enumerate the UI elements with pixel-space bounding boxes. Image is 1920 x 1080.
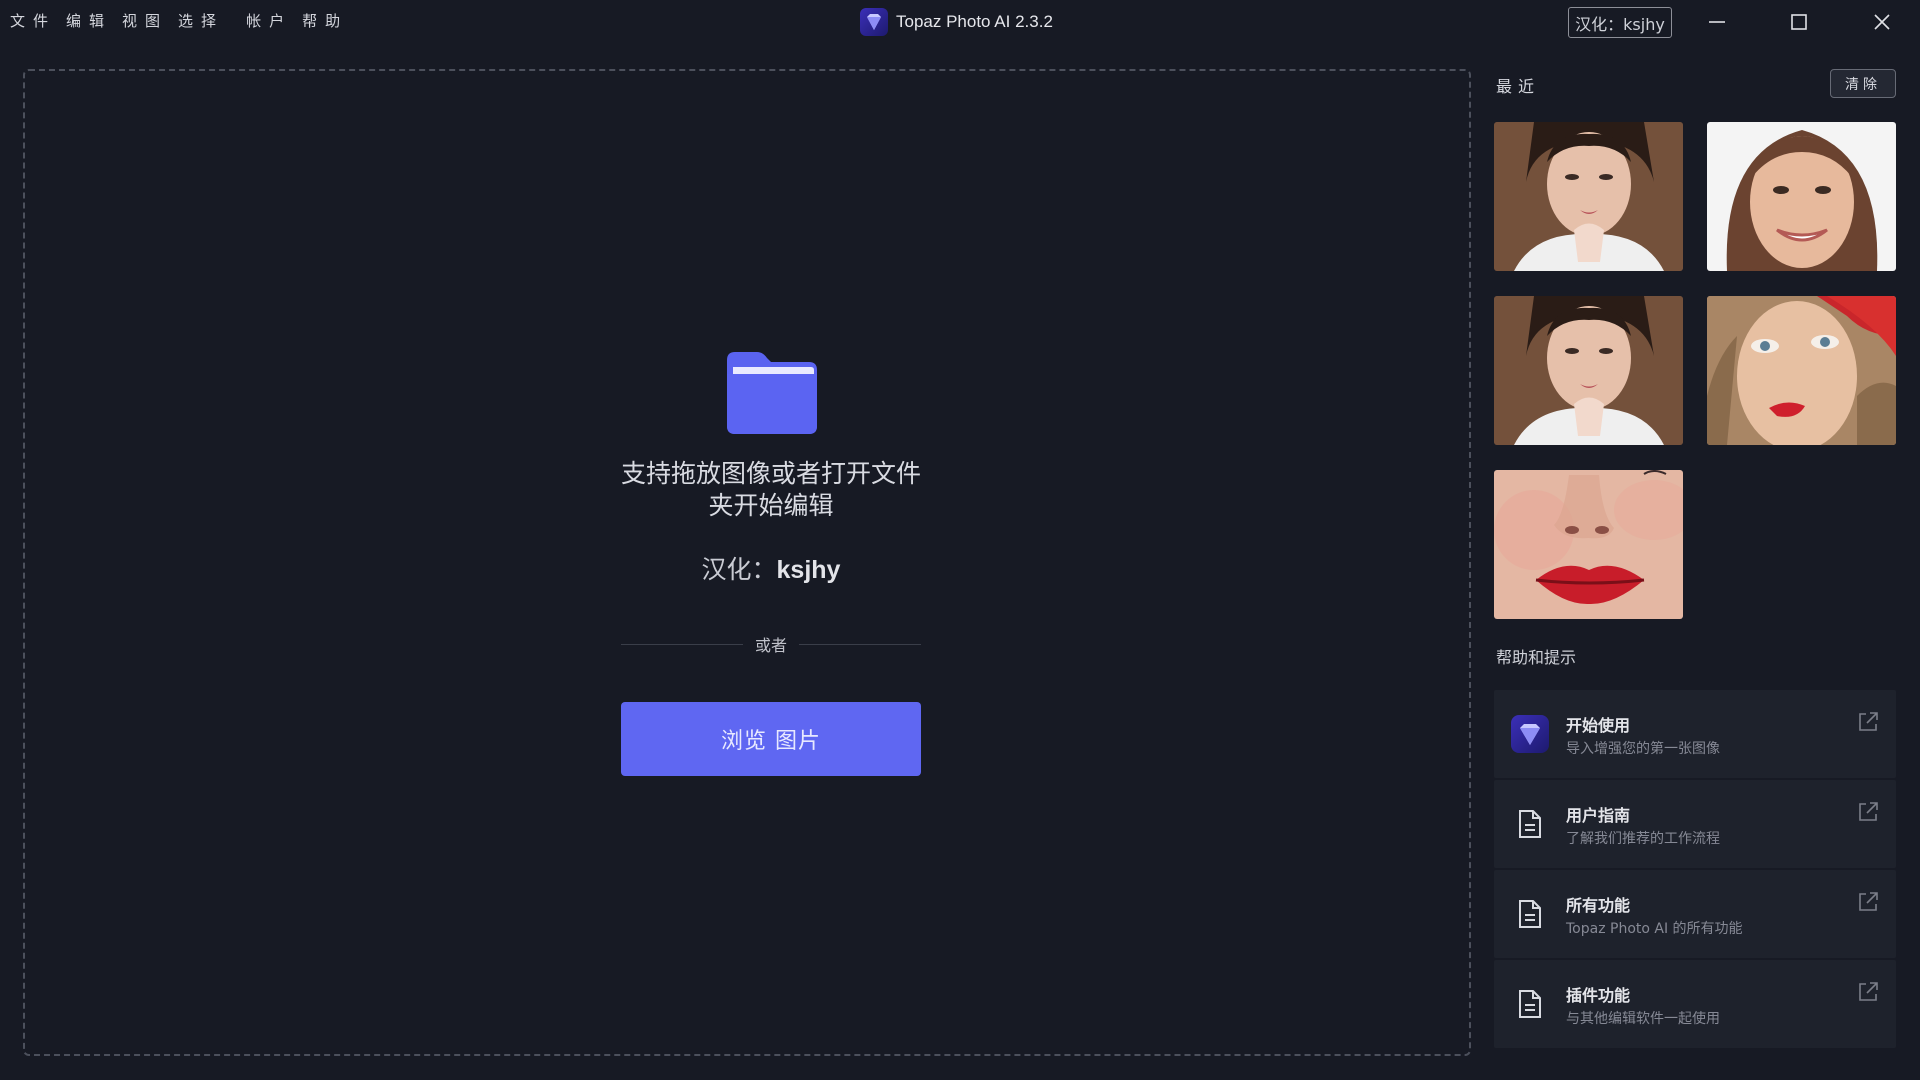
recent-thumbnail[interactable]: [1707, 296, 1896, 445]
recent-thumbnail[interactable]: [1494, 296, 1683, 445]
translator-tag: 汉化：ksjhy: [1568, 7, 1672, 38]
menu-help[interactable]: 帮助: [302, 10, 348, 31]
minimize-icon: [1709, 21, 1725, 23]
help-list: 开始使用 导入增强您的第一张图像 用户指南 了解我们推荐的工作流程 所有功能 T…: [1494, 690, 1896, 1050]
divider-line-left: [621, 643, 743, 645]
help-item-get-started[interactable]: 开始使用 导入增强您的第一张图像: [1494, 690, 1896, 778]
closeup-image: [1494, 470, 1683, 619]
credit-name: ksjhy: [776, 556, 841, 584]
external-link-icon: [1859, 802, 1878, 821]
divider-line-right: [799, 643, 922, 645]
external-link-icon: [1859, 892, 1878, 911]
menu-file[interactable]: 文件: [10, 10, 56, 31]
drop-instructions: 支持拖放图像或者打开文件夹开始编辑: [620, 459, 921, 520]
document-icon: [1519, 990, 1541, 1018]
portrait-image: [1494, 122, 1683, 271]
app-window: 文件 编辑 视图 选择 帐户 帮助 Topaz Photo AI 2.3.2 汉…: [0, 0, 1920, 1080]
help-item-subtitle: 与其他编辑软件一起使用: [1566, 1011, 1720, 1027]
help-item-title: 开始使用: [1566, 716, 1631, 735]
portrait-image: [1494, 296, 1683, 445]
minimize-button[interactable]: [1703, 8, 1731, 36]
maximize-button[interactable]: [1785, 8, 1813, 36]
help-item-subtitle: Topaz Photo AI 的所有功能: [1566, 921, 1743, 937]
close-icon: [1874, 14, 1890, 30]
help-item-plugins[interactable]: 插件功能 与其他编辑软件一起使用: [1494, 960, 1896, 1048]
menu-view[interactable]: 视图: [122, 10, 168, 31]
help-item-subtitle: 了解我们推荐的工作流程: [1566, 831, 1720, 847]
or-divider: 或者: [621, 632, 922, 656]
recent-thumbnails: [1494, 122, 1896, 619]
document-icon: [1519, 900, 1541, 928]
help-item-icon: [1510, 714, 1550, 754]
recent-thumbnail[interactable]: [1494, 470, 1683, 619]
drop-zone-content: 支持拖放图像或者打开文件夹开始编辑 汉化：ksjhy 或者 浏览 图片: [621, 350, 922, 776]
recent-header: 最近 清除: [1494, 56, 1896, 110]
drop-zone[interactable]: 支持拖放图像或者打开文件夹开始编辑 汉化：ksjhy 或者 浏览 图片: [23, 69, 1471, 1056]
right-panel: 最近 清除 帮助和提示 开始使用 导入增强您的第一张图像 用户指南 了解我们推荐…: [1494, 56, 1896, 1048]
help-item-all-features[interactable]: 所有功能 Topaz Photo AI 的所有功能: [1494, 870, 1896, 958]
title-bar: 文件 编辑 视图 选择 帐户 帮助 Topaz Photo AI 2.3.2 汉…: [0, 0, 1920, 44]
recent-title: 最近: [1496, 77, 1541, 96]
portrait-image: [1707, 296, 1896, 445]
or-label: 或者: [755, 636, 788, 655]
folder-icon: [727, 352, 817, 434]
clear-recent-button[interactable]: 清除: [1830, 69, 1896, 98]
portrait-image: [1707, 122, 1896, 271]
recent-thumbnail[interactable]: [1707, 122, 1896, 271]
topaz-logo-icon: [860, 8, 888, 36]
document-icon: [1519, 810, 1541, 838]
help-item-icon: [1510, 894, 1550, 934]
topaz-logo-icon: [1511, 715, 1549, 753]
menu-account[interactable]: 帐户: [246, 10, 292, 31]
menu-select[interactable]: 选择: [178, 10, 224, 31]
menu-edit[interactable]: 编辑: [66, 10, 112, 31]
help-section-title: 帮助和提示: [1496, 648, 1577, 667]
menu-bar: 文件 编辑 视图 选择 帐户 帮助: [10, 10, 358, 31]
help-item-subtitle: 导入增强您的第一张图像: [1566, 741, 1720, 757]
help-item-icon: [1510, 984, 1550, 1024]
help-item-title: 插件功能: [1566, 986, 1631, 1005]
help-item-title: 所有功能: [1566, 896, 1631, 915]
translator-credit: 汉化：ksjhy: [702, 550, 841, 586]
help-item-title: 用户指南: [1566, 806, 1631, 825]
external-link-icon: [1859, 712, 1878, 731]
credit-prefix: 汉化：: [701, 555, 777, 584]
help-item-icon: [1510, 804, 1550, 844]
help-item-user-guide[interactable]: 用户指南 了解我们推荐的工作流程: [1494, 780, 1896, 868]
maximize-icon: [1791, 14, 1807, 30]
browse-images-button[interactable]: 浏览 图片: [621, 702, 921, 776]
app-title-text: Topaz Photo AI 2.3.2: [896, 12, 1053, 31]
app-title: Topaz Photo AI 2.3.2: [860, 8, 1053, 36]
close-button[interactable]: [1868, 8, 1896, 36]
external-link-icon: [1859, 982, 1878, 1001]
recent-thumbnail[interactable]: [1494, 122, 1683, 271]
